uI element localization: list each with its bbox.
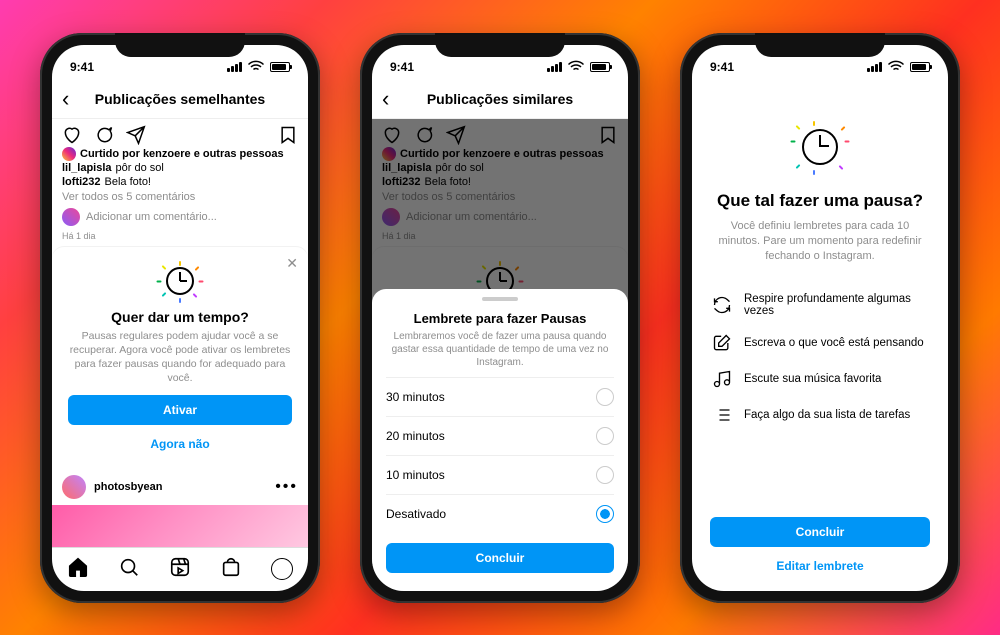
break-reminder-screen: Que tal fazer uma pausa? Você definiu le…	[692, 81, 948, 591]
status-icons	[547, 57, 610, 77]
add-comment-placeholder: Adicionar um comentário...	[86, 211, 217, 223]
activate-button[interactable]: Ativar	[68, 395, 292, 425]
radio-icon-checked	[596, 505, 614, 523]
tip-breathe: Respire profundamente algumas vezes	[710, 285, 930, 325]
next-post-header: photosbyean •••	[52, 467, 308, 505]
content-area: Curtido por kenzoere e outras pessoas li…	[52, 119, 308, 547]
option-disabled[interactable]: Desativado	[386, 494, 614, 533]
screen-1: 9:41 ‹ Publicações semelhantes	[52, 45, 308, 591]
my-avatar	[62, 208, 80, 226]
refresh-icon	[712, 295, 732, 315]
notch	[755, 33, 885, 57]
liker-avatar	[62, 147, 76, 161]
heart-icon[interactable]	[62, 125, 82, 145]
edit-reminder-button[interactable]: Editar lembrete	[710, 553, 930, 579]
radio-icon	[596, 466, 614, 484]
status-time: 9:41	[70, 60, 94, 74]
wifi-icon	[566, 57, 586, 77]
post-image[interactable]	[52, 505, 308, 546]
page-header: ‹ Publicações similares	[372, 81, 628, 119]
signal-icon	[547, 62, 562, 72]
author-avatar[interactable]	[62, 475, 86, 499]
signal-icon	[227, 62, 242, 72]
break-title: Que tal fazer uma pausa?	[710, 191, 930, 211]
status-icons	[867, 57, 930, 77]
take-break-card: ✕ Quer dar um tempo? Pausas regulares po…	[52, 247, 308, 468]
likes-row[interactable]: Curtido por kenzoere e outras pessoas	[52, 147, 308, 161]
break-subtitle: Você definiu lembretes para cada 10 minu…	[710, 219, 930, 265]
sheet-title: Lembrete para fazer Pausas	[386, 311, 614, 326]
battery-icon	[590, 62, 610, 72]
nav-reels[interactable]	[169, 556, 191, 583]
screen-2: 9:41 ‹ Publicações similares	[372, 45, 628, 591]
page-title: Publicações semelhantes	[95, 91, 265, 107]
notch	[435, 33, 565, 57]
status-time: 9:41	[390, 60, 414, 74]
status-icons	[227, 57, 290, 77]
nav-profile[interactable]	[271, 558, 293, 580]
wifi-icon	[886, 57, 906, 77]
page-header: ‹ Publicações semelhantes	[52, 81, 308, 119]
clock-icon	[160, 261, 200, 301]
done-button[interactable]: Concluir	[710, 517, 930, 547]
more-icon[interactable]: •••	[275, 478, 298, 496]
card-subtitle: Pausas regulares podem ajudar você a se …	[68, 329, 292, 386]
add-comment[interactable]: Adicionar um comentário...	[52, 205, 308, 229]
edit-icon	[712, 333, 732, 353]
share-icon[interactable]	[126, 125, 146, 145]
wifi-icon	[246, 57, 266, 77]
sheet-handle[interactable]	[482, 297, 518, 301]
content-area: Curtido por kenzoere e outras pessoas li…	[372, 119, 628, 591]
done-button[interactable]: Concluir	[386, 543, 614, 573]
card-title: Quer dar um tempo?	[68, 309, 292, 325]
back-button[interactable]: ‹	[62, 88, 69, 110]
phone-mockup-1: 9:41 ‹ Publicações semelhantes	[40, 33, 320, 603]
screen-3: 9:41 Que tal fazer uma pausa? Você defin…	[692, 45, 948, 591]
phone-mockup-2: 9:41 ‹ Publicações similares	[360, 33, 640, 603]
comment-icon[interactable]	[94, 125, 114, 145]
author-name[interactable]: photosbyean	[94, 481, 162, 493]
post-actions	[52, 119, 308, 147]
nav-shop[interactable]	[220, 556, 242, 583]
option-30min[interactable]: 30 minutos	[386, 377, 614, 416]
nav-home[interactable]	[67, 556, 89, 583]
tip-music: Escute sua música favorita	[710, 361, 930, 397]
view-all-comments[interactable]: Ver todos os 5 comentários	[52, 189, 308, 205]
comment-row: lofti232Bela foto!	[52, 175, 308, 189]
battery-icon	[910, 62, 930, 72]
list-icon	[712, 405, 732, 425]
back-button[interactable]: ‹	[382, 88, 389, 110]
notch	[115, 33, 245, 57]
tip-write: Escreva o que você está pensando	[710, 325, 930, 361]
not-now-button[interactable]: Agora não	[68, 431, 292, 457]
radio-icon	[596, 388, 614, 406]
bookmark-icon[interactable]	[278, 125, 298, 145]
sheet-subtitle: Lembraremos você de fazer uma pausa quan…	[386, 330, 614, 369]
post-timestamp: Há 1 dia	[52, 229, 308, 247]
radio-icon	[596, 427, 614, 445]
option-20min[interactable]: 20 minutos	[386, 416, 614, 455]
signal-icon	[867, 62, 882, 72]
close-icon[interactable]: ✕	[286, 255, 298, 272]
music-icon	[712, 369, 732, 389]
comment-row: lil_lapislapôr do sol	[52, 161, 308, 175]
phone-mockup-3: 9:41 Que tal fazer uma pausa? Você defin…	[680, 33, 960, 603]
tip-task: Faça algo da sua lista de tarefas	[710, 397, 930, 433]
option-10min[interactable]: 10 minutos	[386, 455, 614, 494]
clock-icon	[794, 121, 846, 173]
page-title: Publicações similares	[427, 91, 573, 107]
nav-search[interactable]	[118, 556, 140, 583]
battery-icon	[270, 62, 290, 72]
reminder-bottom-sheet: Lembrete para fazer Pausas Lembraremos v…	[372, 289, 628, 591]
bottom-nav	[52, 547, 308, 591]
status-time: 9:41	[710, 60, 734, 74]
